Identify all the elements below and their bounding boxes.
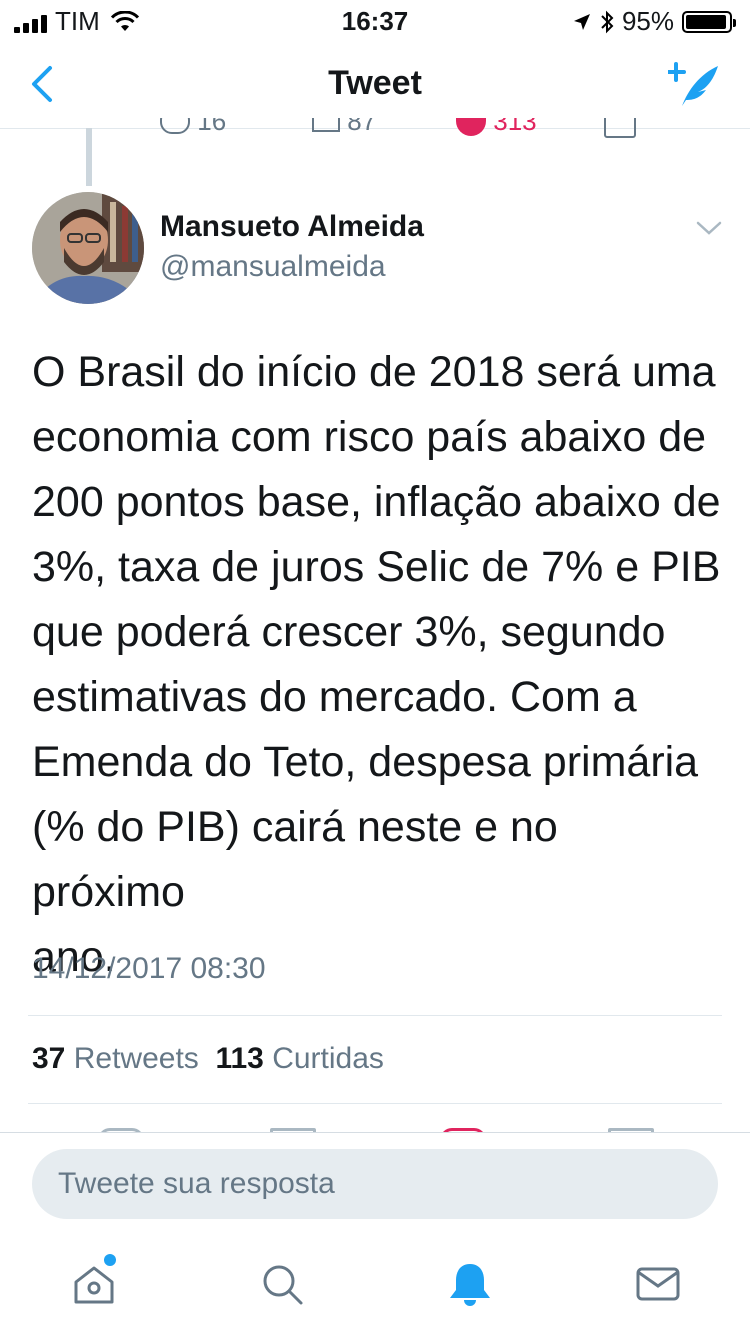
envelope-icon [604, 118, 636, 138]
tab-notifications[interactable] [446, 1260, 494, 1308]
page-title: Tweet [328, 64, 422, 102]
thread-connector-line [86, 128, 92, 186]
tab-messages[interactable] [634, 1260, 682, 1308]
new-content-dot [104, 1254, 116, 1266]
retweets-stat[interactable]: 37 Retweets [32, 1042, 199, 1075]
battery-percentage: 95% [621, 6, 674, 36]
status-right: 95% [572, 6, 736, 37]
home-icon [74, 1266, 114, 1304]
search-icon [263, 1265, 303, 1305]
chevron-down-icon[interactable] [696, 218, 722, 238]
tab-bar [0, 1236, 750, 1334]
avatar-photo [32, 192, 144, 304]
battery-icon [682, 10, 736, 33]
tab-home[interactable] [70, 1260, 118, 1308]
like-action-peek[interactable]: 313 [456, 118, 537, 146]
author-handle[interactable]: @mansualmeida [160, 250, 386, 284]
reply-count: 16 [197, 118, 227, 136]
divider [28, 1103, 722, 1104]
author-name[interactable]: Mansueto Almeida [160, 210, 424, 244]
notifications-icon [450, 1264, 490, 1306]
compose-tweet-icon[interactable] [668, 60, 722, 110]
likes-label: Curtidas [272, 1042, 384, 1075]
tweet-actions-peek [0, 1122, 750, 1132]
likes-count: 113 [215, 1042, 264, 1075]
heart-icon [456, 118, 486, 136]
location-arrow-icon [573, 13, 590, 30]
bluetooth-icon [601, 10, 614, 33]
divider [28, 1015, 722, 1016]
navigation-bar: Tweet [0, 40, 750, 129]
reply-icon [160, 118, 190, 134]
likes-stat[interactable]: 113 Curtidas [215, 1042, 383, 1075]
messages-icon [636, 1267, 680, 1301]
retweets-count: 37 [32, 1042, 66, 1075]
retweet-count: 87 [347, 118, 377, 136]
retweet-icon [312, 118, 340, 132]
retweets-label: Retweets [73, 1042, 199, 1075]
tab-search[interactable] [258, 1260, 306, 1308]
tweet-text: O Brasil do início de 2018 será uma econ… [32, 348, 721, 981]
tweet-stats: 37 Retweets 113 Curtidas [32, 1042, 384, 1076]
message-action-peek[interactable] [604, 118, 636, 146]
reply-area: Tweete sua resposta [0, 1132, 750, 1237]
battery-level-fill [686, 14, 726, 29]
tweet-timestamp: 14/12/2017 08:30 [32, 952, 266, 985]
retweet-action-peek[interactable]: 87 [312, 118, 376, 146]
avatar[interactable] [32, 192, 144, 304]
reply-action-peek[interactable]: 16 [160, 118, 226, 146]
status-bar: TIM 16:37 95% [0, 0, 750, 40]
reply-input[interactable]: Tweete sua resposta [32, 1149, 718, 1219]
like-count: 313 [493, 118, 537, 136]
